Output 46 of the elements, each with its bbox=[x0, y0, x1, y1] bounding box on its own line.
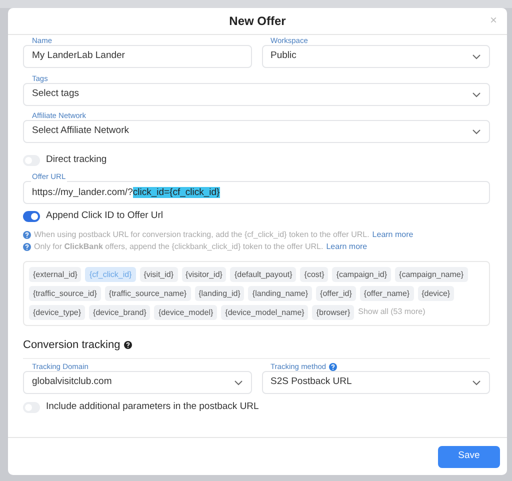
toggle-label: Include additional parameters in the postback URL bbox=[46, 400, 259, 414]
select-field[interactable]: Select tags bbox=[23, 83, 490, 106]
input-field[interactable]: https://my_lander.com/?click_id={cf_click_id} bbox=[23, 181, 490, 204]
help-icon bbox=[23, 230, 31, 238]
modal-title: New Offer bbox=[229, 13, 286, 30]
token-chip[interactable]: {landing_id} bbox=[194, 286, 244, 300]
select-field[interactable]: Public bbox=[262, 45, 490, 68]
token-chip[interactable]: {traffic_source_id} bbox=[29, 286, 101, 300]
help-icon bbox=[329, 363, 338, 372]
token-chip[interactable]: {visit_id} bbox=[140, 266, 178, 282]
token-chip[interactable]: {offer_name} bbox=[360, 286, 414, 300]
token-chip[interactable]: {external_id} bbox=[29, 266, 82, 282]
token-chip[interactable]: {visitor_id} bbox=[182, 266, 226, 282]
help-text: When using postback URL for conversion tracking, add the {cf_click_id} token to the offer URL. bbox=[34, 228, 370, 240]
chevron-down-icon bbox=[472, 92, 481, 98]
chevron-down-icon bbox=[472, 128, 481, 134]
token-chip[interactable]: {campaign_name} bbox=[395, 266, 468, 282]
select-field[interactable]: S2S Postback URL bbox=[262, 371, 490, 394]
toggle-label: Direct tracking bbox=[46, 153, 107, 167]
help-icon bbox=[124, 340, 132, 349]
token-chip[interactable]: {device_model_name} bbox=[221, 304, 308, 320]
token-chip[interactable]: {default_payout} bbox=[230, 266, 296, 282]
help-icon bbox=[23, 242, 31, 250]
help-text: Only for ClickBank offers, append the {clickbank_click_id} token to the offer URL. bbox=[34, 240, 324, 252]
save-button[interactable]: Save bbox=[438, 446, 500, 468]
chevron-down-icon bbox=[472, 54, 481, 60]
token-chip[interactable]: {landing_name} bbox=[248, 286, 312, 300]
select-field[interactable]: Select Affiliate Network bbox=[23, 120, 490, 143]
select-field[interactable]: globalvisitclub.com bbox=[23, 371, 252, 394]
chevron-down-icon bbox=[472, 380, 481, 386]
token-chip[interactable]: {traffic_source_name} bbox=[104, 286, 191, 300]
token-chip[interactable]: {device_type} bbox=[29, 304, 86, 320]
toggle-switch[interactable] bbox=[23, 210, 40, 222]
token-chip[interactable]: {device_brand} bbox=[89, 304, 150, 320]
chevron-down-icon bbox=[234, 380, 242, 386]
token-chip[interactable]: {cost} bbox=[300, 266, 328, 282]
token-chip[interactable]: {browser} bbox=[312, 304, 354, 320]
input-field[interactable]: My LanderLab Lander bbox=[23, 45, 252, 68]
token-chip[interactable]: {device} bbox=[418, 286, 454, 300]
token-chip[interactable]: {campaign_id} bbox=[332, 266, 392, 282]
learn-more-link[interactable]: Learn more bbox=[326, 240, 368, 252]
token-chip[interactable]: {offer_id} bbox=[316, 286, 356, 300]
token-chip[interactable]: {device_model} bbox=[154, 304, 218, 320]
toggle-label: Append Click ID to Offer Url bbox=[46, 209, 164, 224]
learn-more-link[interactable]: Learn more bbox=[372, 228, 414, 240]
section-heading: Conversion tracking bbox=[23, 338, 120, 352]
